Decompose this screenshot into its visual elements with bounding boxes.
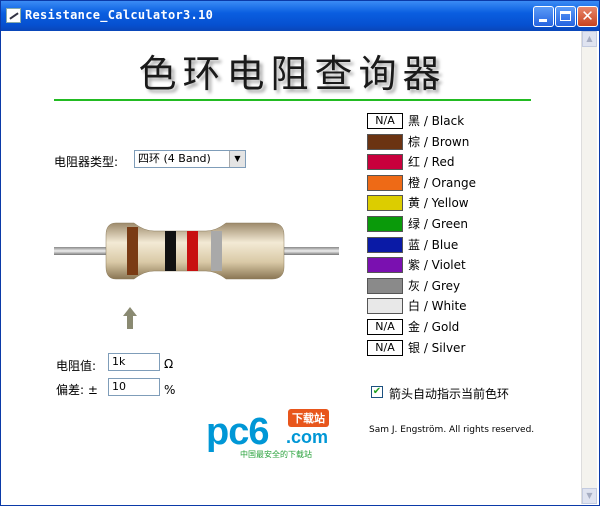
color-row: 灰 / Grey xyxy=(367,277,567,296)
color-name: 棕 / Brown xyxy=(408,134,470,149)
page-title: 色环电阻查询器 xyxy=(138,52,447,96)
color-name: 金 / Gold xyxy=(408,320,460,334)
color-row: N/A 金 / Gold xyxy=(367,319,567,337)
scroll-up-button[interactable]: ▲ xyxy=(582,31,597,47)
resistance-label: 电阻值: xyxy=(56,359,97,373)
band-silver xyxy=(211,231,222,271)
logo-domain: .com xyxy=(286,427,329,447)
title-divider xyxy=(54,99,531,101)
tolerance-label: 偏差: ± xyxy=(56,383,98,397)
resistor-graphic xyxy=(54,222,339,280)
color-swatch xyxy=(367,216,403,232)
arrow-indicator-label[interactable]: 箭头自动指示当前色环 xyxy=(389,385,509,402)
color-name: 灰 / Grey xyxy=(408,278,461,293)
color-swatch xyxy=(367,174,403,191)
band-brown xyxy=(127,227,138,275)
resistor-type-value: 四环 (4 Band) xyxy=(138,152,211,165)
color-swatch xyxy=(367,298,403,315)
color-row: N/A 银 / Silver xyxy=(367,339,567,358)
scroll-down-button[interactable]: ▼ xyxy=(582,488,597,504)
color-row: N/A 黑 / Black xyxy=(367,113,567,131)
color-name: 白 / White xyxy=(408,299,467,314)
color-row: 绿 / Green xyxy=(367,216,567,234)
color-row: 黄 / Yellow xyxy=(367,195,567,213)
color-name: 银 / Silver xyxy=(408,340,466,355)
arrow-up-icon xyxy=(123,307,137,329)
window-title: Resistance_Calculator3.10 xyxy=(25,8,214,22)
logo-badge: 下载站 xyxy=(288,409,329,427)
maximize-button[interactable] xyxy=(555,6,576,27)
color-name: 橙 / Orange xyxy=(408,175,477,190)
color-swatch-na: N/A xyxy=(367,339,403,356)
vertical-scrollbar[interactable]: ▲ ▼ xyxy=(581,31,597,504)
color-row: 紫 / Violet xyxy=(367,257,567,275)
pc6-watermark-logo: pc6 下载站 .com 中国最安全的下载站 xyxy=(206,405,346,465)
app-icon[interactable] xyxy=(6,8,21,23)
logo-slogan: 中国最安全的下载站 xyxy=(240,450,312,459)
band-black xyxy=(165,231,176,271)
maximize-icon xyxy=(560,11,571,21)
color-swatch xyxy=(367,133,403,150)
color-name: 红 / Red xyxy=(408,155,455,170)
tolerance-unit: % xyxy=(164,383,176,397)
arrow-indicator-checkbox[interactable]: ✔ xyxy=(371,386,383,398)
close-button[interactable]: ✕ xyxy=(577,6,598,27)
color-row: 红 / Red xyxy=(367,154,567,172)
client-area: 色环电阻查询器 电阻器类型: 四环 (4 Band) ▼ 电阻值: 1k Ω 偏… xyxy=(4,31,581,504)
resistor-type-label: 电阻器类型: xyxy=(54,155,119,169)
resistor-type-select[interactable]: 四环 (4 Band) ▼ xyxy=(134,150,246,168)
color-swatch xyxy=(367,277,403,294)
resistance-unit: Ω xyxy=(164,357,174,371)
color-swatch xyxy=(367,195,403,212)
color-swatch-na: N/A xyxy=(367,113,403,129)
title-bar[interactable]: Resistance_Calculator3.10 ✕ xyxy=(1,1,599,31)
color-row: 白 / White xyxy=(367,298,567,316)
resistance-input[interactable]: 1k xyxy=(108,353,160,371)
band-red xyxy=(187,231,198,271)
color-name: 蓝 / Blue xyxy=(408,237,459,252)
color-row: 橙 / Orange xyxy=(367,174,567,193)
tolerance-input[interactable]: 10 xyxy=(108,378,160,396)
minimize-button[interactable] xyxy=(533,6,554,27)
logo-brand: pc6 xyxy=(206,411,269,453)
minimize-icon xyxy=(539,19,547,22)
color-name: 黄 / Yellow xyxy=(408,196,469,211)
color-name: 紫 / Violet xyxy=(408,258,466,273)
close-icon: ✕ xyxy=(581,7,594,25)
color-swatch xyxy=(367,236,403,253)
app-window: Resistance_Calculator3.10 ✕ 色环电阻查询器 电阻器类… xyxy=(0,0,600,506)
color-swatch xyxy=(367,154,403,171)
copyright-text: Sam J. Engström. All rights reserved. xyxy=(369,425,535,435)
color-row: 棕 / Brown xyxy=(367,133,567,152)
color-swatch xyxy=(367,257,403,274)
color-swatch-na: N/A xyxy=(367,319,403,335)
color-name: 绿 / Green xyxy=(408,217,469,231)
chevron-down-icon[interactable]: ▼ xyxy=(229,151,245,167)
color-name: 黑 / Black xyxy=(408,114,465,128)
color-row: 蓝 / Blue xyxy=(367,236,567,255)
